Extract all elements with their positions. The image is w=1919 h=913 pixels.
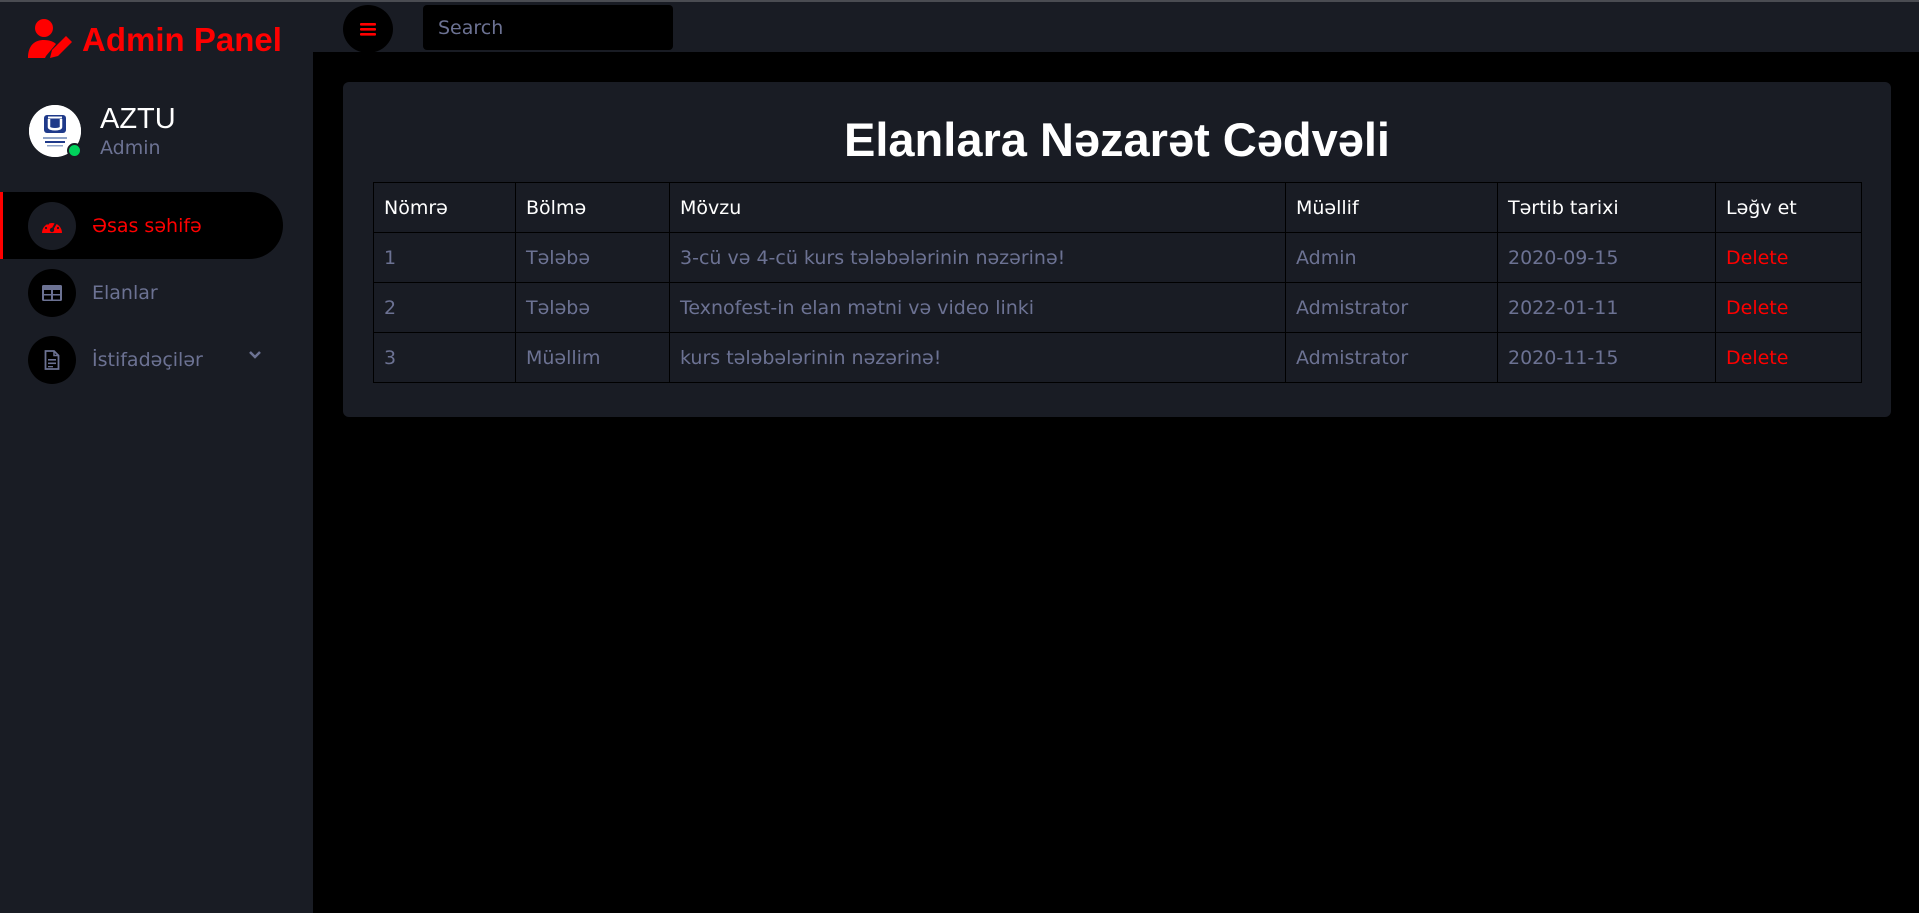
cell-section: Müəllim [515,332,670,383]
cell-date: 2022-01-11 [1497,282,1716,333]
cell-subject: Texnofest-in elan mətni və video linki [669,282,1286,333]
page-title: Elanlara Nəzarət Cədvəli [844,113,1390,166]
cell-author: Admistrator [1285,282,1498,333]
cell-section: Tələbə [515,232,670,283]
chevron-down-icon[interactable] [248,350,262,360]
delete-link[interactable]: Delete [1715,282,1862,333]
speedometer-icon [28,201,76,250]
column-header: Müəllif [1285,182,1498,233]
sidebar-item-label: İstifadəçilər [92,348,203,371]
brand[interactable]: Admin Panel [28,18,282,62]
announcements-card: Elanlara Nəzarət Cədvəli Nömrə Bölmə Möv… [343,82,1891,417]
menu-toggle-button[interactable] [343,5,393,53]
sidebar-item-label: Əsas səhifə [92,214,202,237]
cell-author: Admistrator [1285,332,1498,383]
column-header: Tərtib tarixi [1497,182,1716,233]
column-header: Bölmə [515,182,670,233]
online-status-dot [67,143,82,158]
sidebar: Admin Panel AZTU Admin Əsas səhifə Elanl… [0,2,313,913]
brand-title: Admin Panel [82,21,282,58]
user-edit-icon [28,19,72,58]
user-profile[interactable]: AZTU Admin [29,102,176,160]
cell-date: 2020-09-15 [1497,232,1716,283]
cell-number: 3 [373,332,516,383]
sidebar-nav: Əsas səhifə Elanlar İstifadəçilər [0,192,313,393]
top-navbar [313,2,1919,53]
sidebar-item-home[interactable]: Əsas səhifə [0,192,283,259]
search-input[interactable] [423,5,673,50]
cell-number: 2 [373,282,516,333]
cell-author: Admin [1285,232,1498,283]
table-header-row: Nömrə Bölmə Mövzu Müəllif Tərtib tarixi … [373,182,1862,233]
document-icon [28,335,76,384]
cell-subject: kurs tələbələrinin nəzərinə! [669,332,1286,383]
table-row: 3 Müəllim kurs tələbələrinin nəzərinə! A… [373,332,1862,383]
cell-section: Tələbə [515,282,670,333]
cell-subject: 3-cü və 4-cü kurs tələbələrinin nəzərinə… [669,232,1286,283]
column-header: Ləğv et [1715,182,1862,233]
profile-name: AZTU [100,103,176,135]
hamburger-icon [360,23,376,36]
table-icon [28,268,76,317]
table-row: 2 Tələbə Texnofest-in elan mətni və vide… [373,282,1862,333]
delete-link[interactable]: Delete [1715,232,1862,283]
sidebar-item-users[interactable]: İstifadəçilər [0,326,313,393]
table-row: 1 Tələbə 3-cü və 4-cü kurs tələbələrinin… [373,232,1862,283]
announcements-table: Nömrə Bölmə Mövzu Müəllif Tərtib tarixi … [373,182,1862,383]
cell-date: 2020-11-15 [1497,332,1716,383]
avatar [29,105,82,158]
column-header: Nömrə [373,182,516,233]
delete-link[interactable]: Delete [1715,332,1862,383]
sidebar-item-announcements[interactable]: Elanlar [0,259,313,326]
profile-role: Admin [100,137,161,159]
column-header: Mövzu [669,182,1286,233]
cell-number: 1 [373,232,516,283]
sidebar-item-label: Elanlar [92,281,158,304]
